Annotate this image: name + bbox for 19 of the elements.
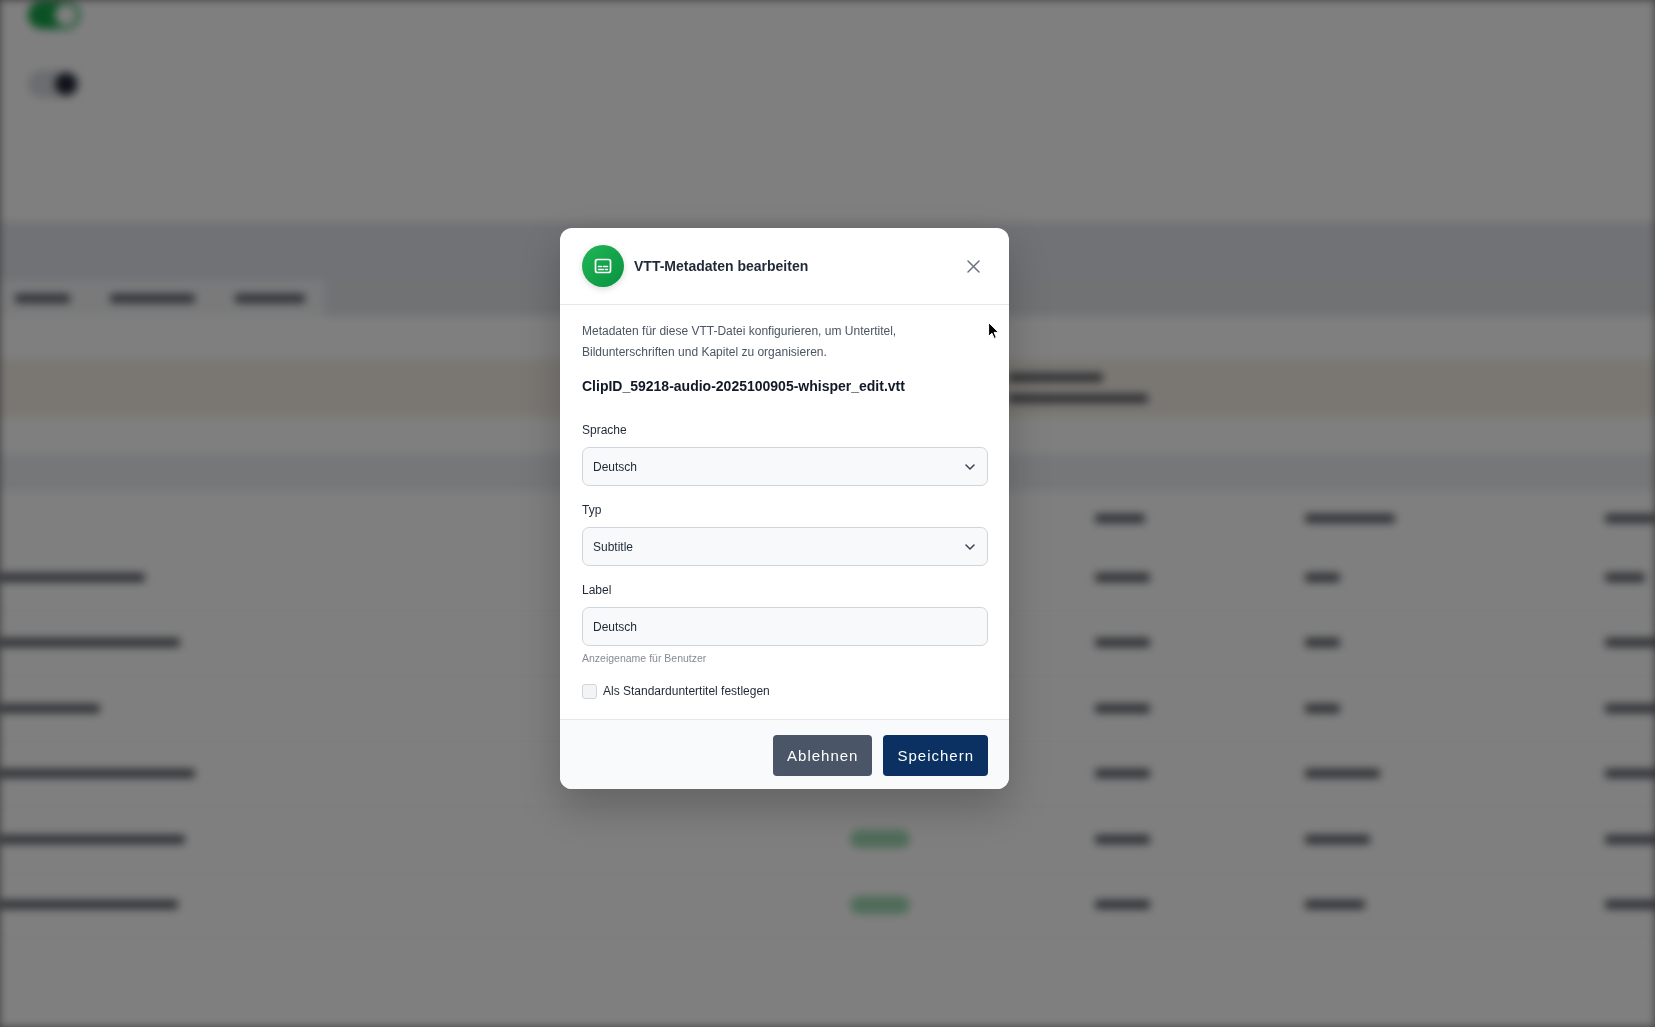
field-label: Label [582, 582, 613, 598]
field-hint: Anzeigename für Benutzer [582, 651, 708, 665]
checkbox[interactable] [582, 683, 597, 699]
chevron-down-icon [965, 463, 975, 470]
field-label: Sprache [582, 422, 628, 438]
dialog-title: VTT-Metadaten bearbeiten [634, 257, 810, 276]
dropdown-field[interactable]: Subtitle [582, 527, 988, 566]
checkbox-label[interactable]: Als Standarduntertitel festlegen [603, 683, 770, 699]
field-label: Typ [582, 502, 603, 518]
chevron-down-icon [965, 543, 975, 550]
save-button[interactable]: Speichern [883, 735, 988, 776]
text-input-field[interactable]: Deutsch [582, 607, 988, 646]
cancel-button[interactable]: Ablehnen [773, 735, 873, 776]
close-icon [966, 259, 980, 273]
dropdown-field[interactable]: Deutsch [582, 447, 988, 486]
file-name: ClipID_59218-audio-2025100905-whisper_edit.vtt [582, 377, 906, 396]
captions-icon [582, 245, 624, 287]
dialog-description: Metadaten für diese VTT-Datei konfigurieren, um Untertitel, Bildunterschriften und Kapitel zu organisieren. [582, 323, 898, 361]
mouse-pointer-icon [988, 322, 999, 339]
